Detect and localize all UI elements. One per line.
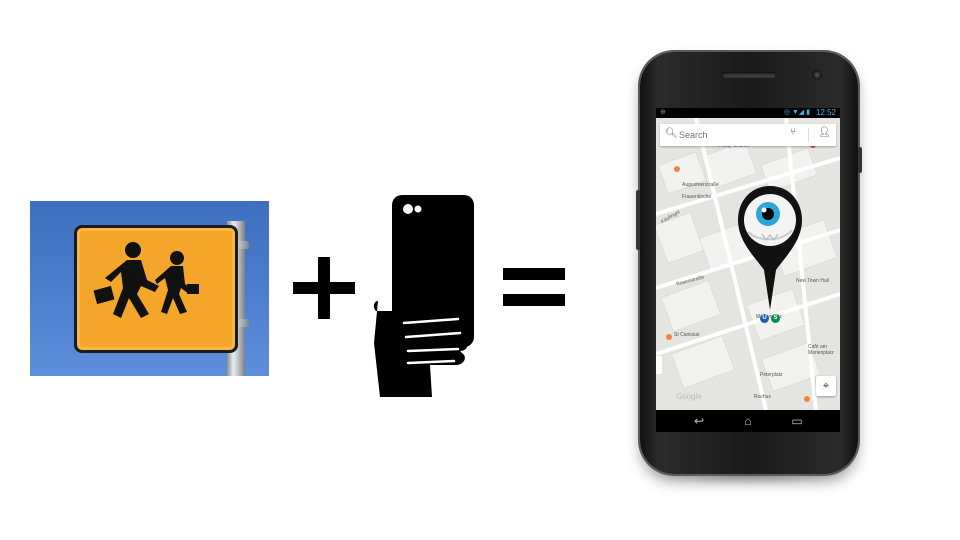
- power-button[interactable]: [858, 147, 862, 173]
- front-camera: [812, 70, 822, 80]
- eyeball-map-pin-icon[interactable]: [734, 184, 806, 316]
- phone-screen: ⊕ ◎ ▼◢ ▮ 12:52 Trinity Church Augusteers…: [656, 108, 840, 410]
- volume-button[interactable]: [636, 190, 640, 250]
- back-button[interactable]: ↩: [684, 410, 714, 432]
- map-view[interactable]: Trinity Church Augusteerstraße Frauenkir…: [656, 118, 840, 410]
- notification-icon: ⊕: [660, 109, 666, 116]
- map-poi-icon[interactable]: [666, 334, 672, 340]
- smartphone: ⊕ ◎ ▼◢ ▮ 12:52 Trinity Church Augusteers…: [636, 52, 862, 474]
- my-location-button[interactable]: ⌖: [816, 376, 836, 396]
- plus-vertical-bar: [318, 257, 330, 319]
- side-drawer-handle[interactable]: [656, 356, 662, 374]
- equals-bottom-bar: [503, 294, 565, 306]
- map-label: Café am Marienplatz: [808, 344, 834, 356]
- equals-top-bar: [503, 268, 565, 280]
- crosshair-icon: ⌖: [822, 380, 830, 392]
- plus-sign: [293, 257, 355, 319]
- children-crossing-icon: [93, 242, 199, 318]
- google-logo: Google: [676, 392, 702, 401]
- map-label: Augusteerstraße: [682, 182, 719, 188]
- search-divider: [808, 128, 809, 142]
- recent-apps-button[interactable]: ▭: [782, 410, 812, 432]
- map-search-bar[interactable]: 🔍︎ ⑂ 👤︎: [660, 124, 836, 146]
- equals-sign: [503, 268, 565, 310]
- status-bar: ⊕ ◎ ▼◢ ▮ 12:52: [656, 108, 840, 118]
- navigation-bar: ↩ ⌂ ▭: [656, 410, 840, 432]
- school-crossing-sign-photo: [30, 201, 269, 376]
- map-label: Peterplatz: [760, 372, 783, 378]
- hand-holding-phone-icon: [373, 195, 474, 397]
- map-label: Frauenkirche: [682, 194, 712, 200]
- map-label: St Canisius: [674, 332, 700, 338]
- map-poi-icon[interactable]: [804, 396, 810, 402]
- map-poi-icon[interactable]: [674, 166, 680, 172]
- search-icon: 🔍︎: [665, 128, 678, 139]
- signal-wifi-battery-icon: ◎ ▼◢ ▮: [783, 109, 810, 116]
- account-icon[interactable]: 👤︎: [818, 127, 831, 138]
- map-label: Rochus: [754, 394, 771, 400]
- directions-icon[interactable]: ⑂: [790, 127, 796, 138]
- phone-speaker: [722, 72, 776, 78]
- status-time: 12:52: [815, 108, 836, 117]
- search-input[interactable]: [679, 127, 779, 142]
- sign-board: [74, 225, 238, 353]
- home-button[interactable]: ⌂: [733, 410, 763, 432]
